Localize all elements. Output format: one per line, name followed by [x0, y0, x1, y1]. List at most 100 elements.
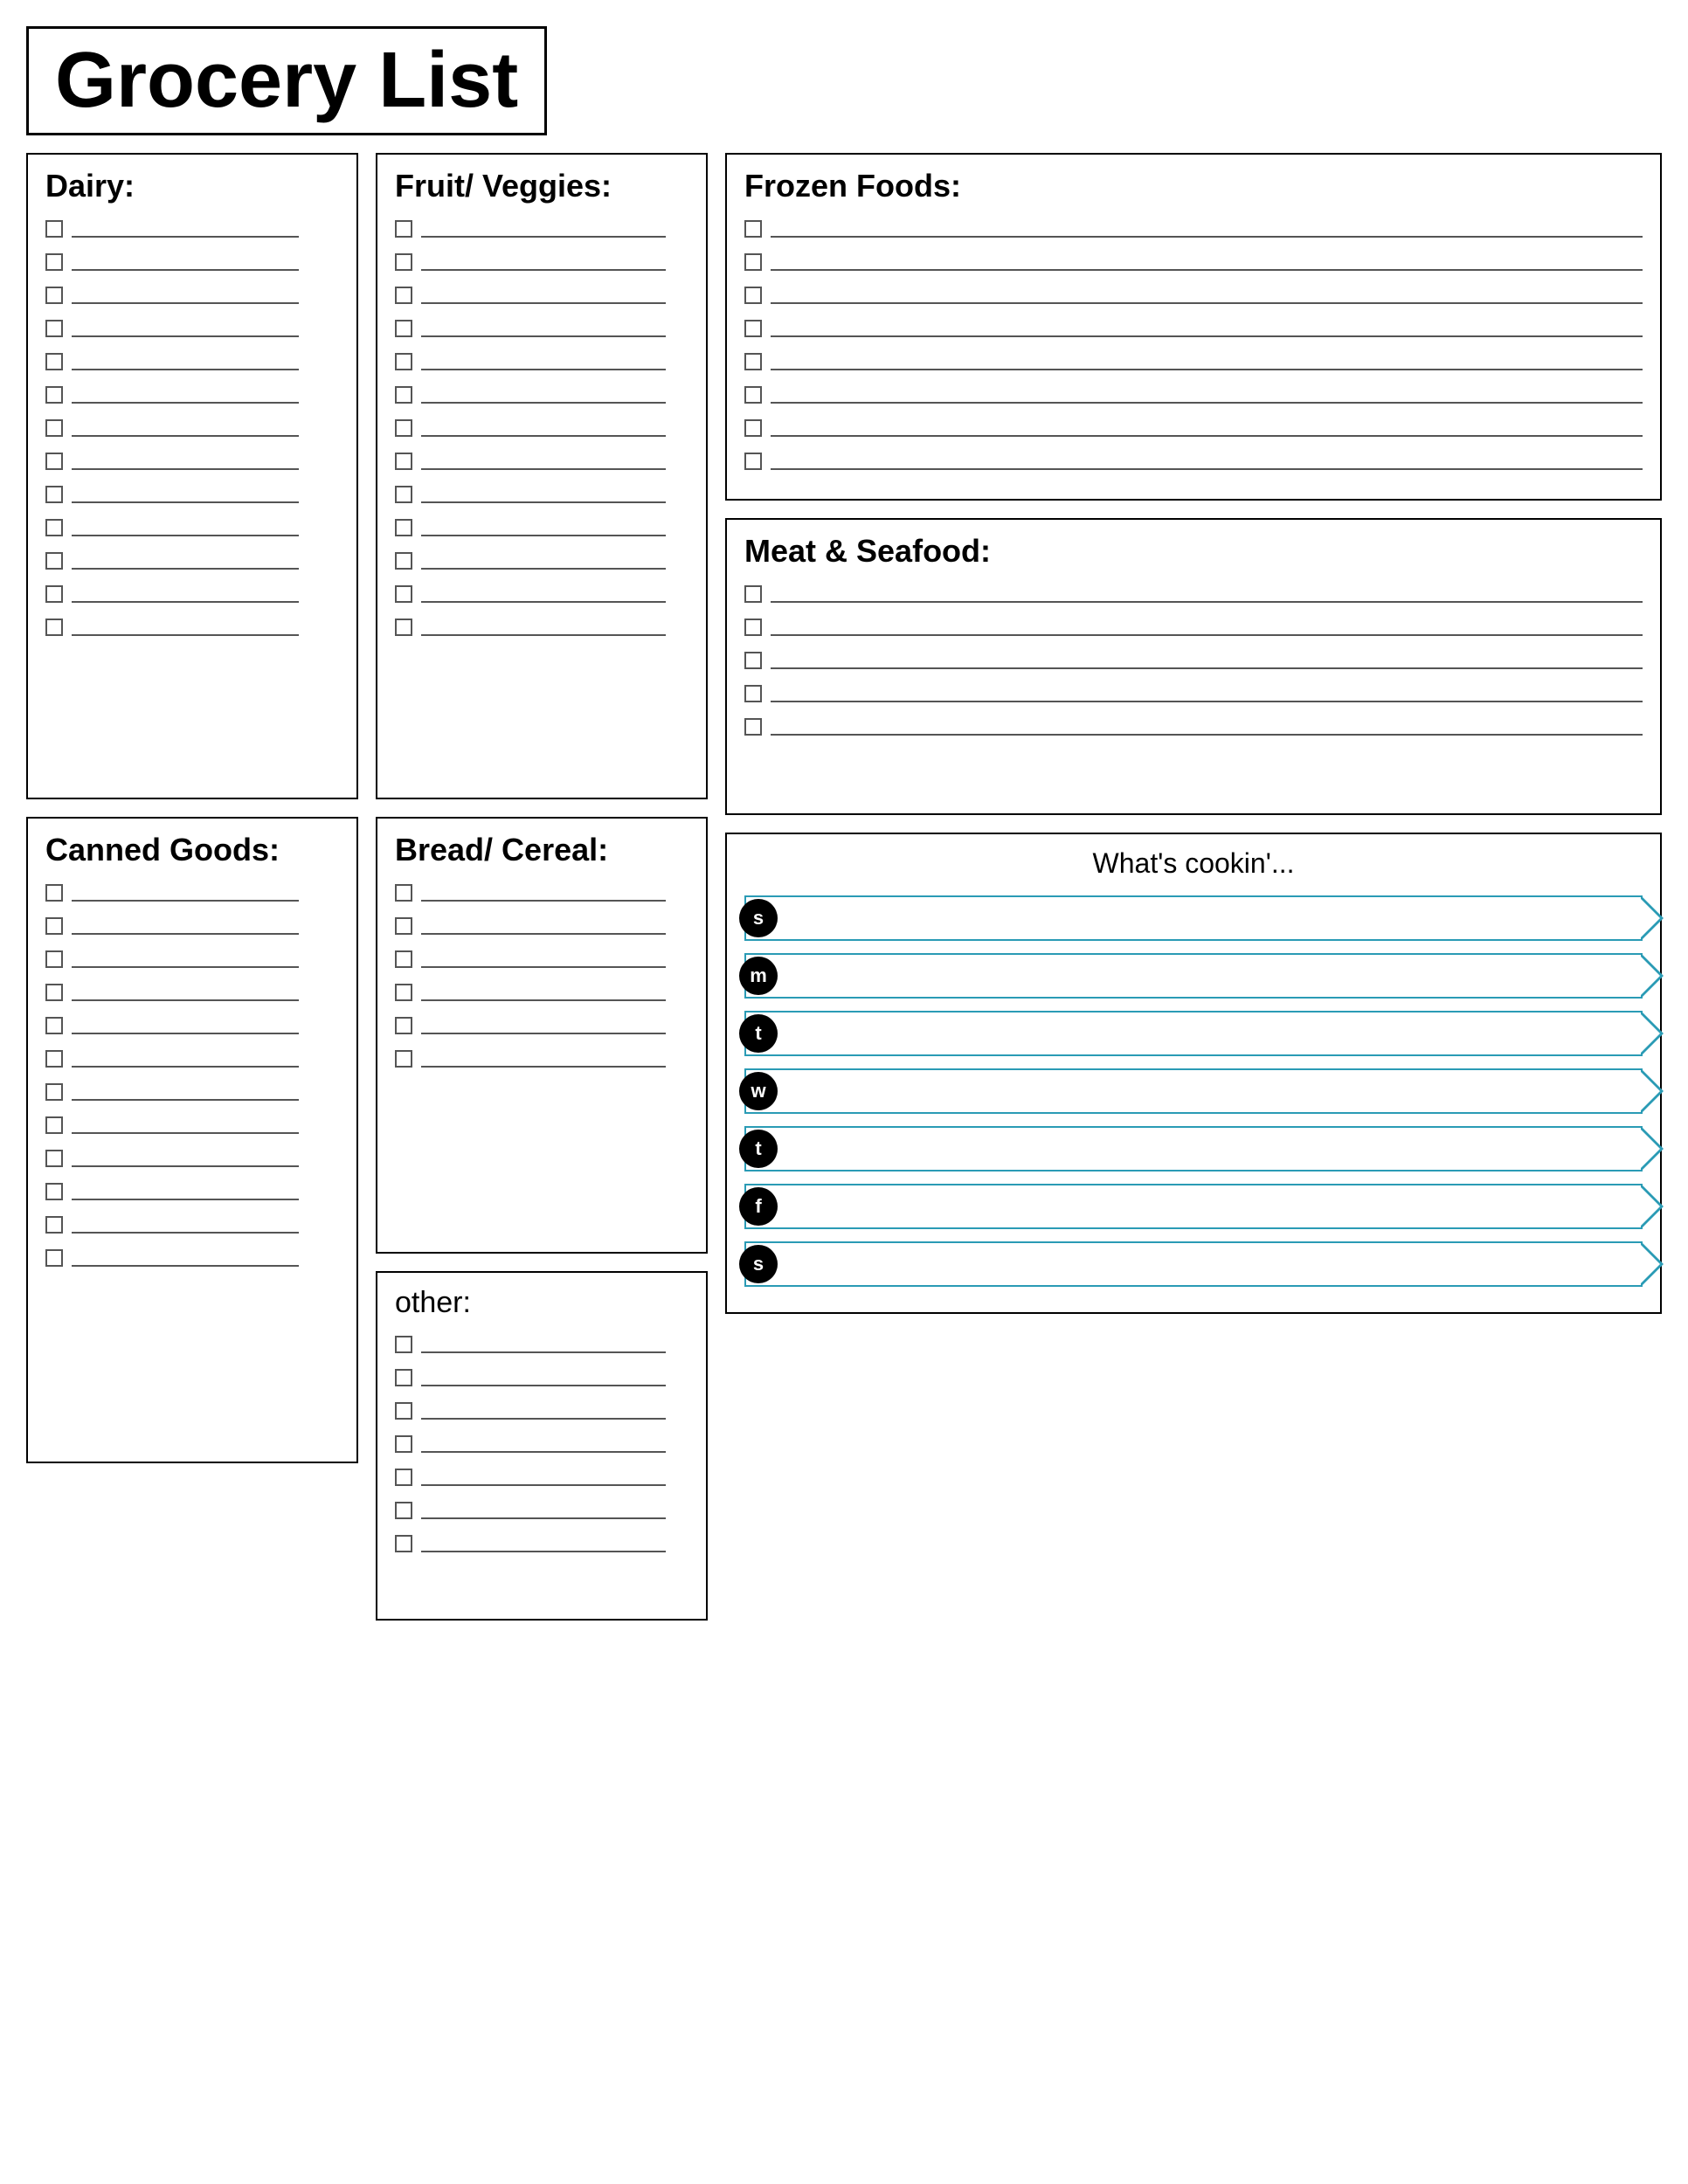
checkbox[interactable] [395, 984, 412, 1001]
checkbox[interactable] [744, 718, 762, 736]
checkbox[interactable] [395, 950, 412, 968]
monday-circle: m [739, 957, 778, 995]
list-item [395, 1502, 688, 1519]
list-item [395, 984, 688, 1001]
checkbox[interactable] [45, 950, 63, 968]
list-item [395, 552, 688, 570]
checkbox[interactable] [395, 552, 412, 570]
checkbox[interactable] [395, 585, 412, 603]
check-line [771, 619, 1643, 636]
checkbox[interactable] [395, 519, 412, 536]
checkbox[interactable] [395, 1435, 412, 1453]
check-line [421, 220, 666, 238]
checkbox[interactable] [744, 287, 762, 304]
day-thursday: t [744, 1126, 1643, 1171]
checkbox[interactable] [395, 619, 412, 636]
checkbox[interactable] [395, 884, 412, 902]
checkbox[interactable] [744, 419, 762, 437]
checkbox[interactable] [45, 1150, 63, 1167]
checkbox[interactable] [45, 519, 63, 536]
checkbox[interactable] [45, 320, 63, 337]
checkbox[interactable] [395, 287, 412, 304]
checkbox[interactable] [395, 1469, 412, 1486]
checkbox[interactable] [45, 1050, 63, 1068]
check-line [421, 984, 666, 1001]
checkbox[interactable] [395, 1017, 412, 1034]
checkbox[interactable] [45, 619, 63, 636]
checkbox[interactable] [395, 419, 412, 437]
checkbox[interactable] [395, 1502, 412, 1519]
list-item [744, 419, 1643, 437]
list-item [45, 984, 339, 1001]
checkbox[interactable] [45, 287, 63, 304]
check-line [72, 1150, 299, 1167]
list-item [395, 320, 688, 337]
checkbox[interactable] [744, 685, 762, 702]
checkbox[interactable] [45, 1249, 63, 1267]
friday-circle: f [739, 1187, 778, 1226]
list-item [45, 1083, 339, 1101]
check-line [421, 884, 666, 902]
checkbox[interactable] [395, 1402, 412, 1420]
checkbox[interactable] [45, 552, 63, 570]
fruit-title: Fruit/ Veggies: [395, 168, 688, 204]
saturday-letter: s [753, 1253, 764, 1275]
checkbox[interactable] [45, 386, 63, 404]
checkbox[interactable] [45, 1183, 63, 1200]
friday-letter: f [755, 1195, 761, 1218]
check-line [771, 353, 1643, 370]
list-item [45, 287, 339, 304]
checkbox[interactable] [395, 253, 412, 271]
checkbox[interactable] [395, 386, 412, 404]
list-item [395, 1050, 688, 1068]
day-tuesday: t [744, 1011, 1643, 1056]
checkbox[interactable] [395, 1050, 412, 1068]
checkbox[interactable] [45, 253, 63, 271]
check-line [421, 320, 666, 337]
checkbox[interactable] [45, 917, 63, 935]
checkbox[interactable] [744, 453, 762, 470]
checkbox[interactable] [45, 585, 63, 603]
checkbox[interactable] [45, 353, 63, 370]
checkbox[interactable] [45, 1017, 63, 1034]
checkbox[interactable] [45, 486, 63, 503]
checkbox[interactable] [45, 984, 63, 1001]
checkbox[interactable] [45, 220, 63, 238]
checkbox[interactable] [744, 353, 762, 370]
checkbox[interactable] [395, 320, 412, 337]
check-line [421, 253, 666, 271]
check-line [421, 353, 666, 370]
check-line [72, 386, 299, 404]
check-line [72, 984, 299, 1001]
checkbox[interactable] [45, 419, 63, 437]
checkbox[interactable] [395, 453, 412, 470]
checkbox[interactable] [45, 1116, 63, 1134]
checkbox[interactable] [45, 1216, 63, 1234]
list-item [395, 419, 688, 437]
checkbox[interactable] [45, 453, 63, 470]
checkbox[interactable] [744, 652, 762, 669]
checkbox[interactable] [45, 884, 63, 902]
left-column: Dairy: Canned Goods: [26, 153, 358, 1463]
checkbox[interactable] [395, 917, 412, 935]
checkbox[interactable] [744, 220, 762, 238]
checkbox[interactable] [395, 220, 412, 238]
list-item [395, 220, 688, 238]
checkbox[interactable] [744, 619, 762, 636]
checkbox[interactable] [744, 386, 762, 404]
list-item [45, 1150, 339, 1167]
checkbox[interactable] [45, 1083, 63, 1101]
checkbox[interactable] [744, 320, 762, 337]
checkbox[interactable] [395, 1369, 412, 1386]
check-line [72, 917, 299, 935]
checkbox[interactable] [744, 253, 762, 271]
checkbox[interactable] [395, 1535, 412, 1552]
check-line [72, 1216, 299, 1234]
wednesday-arrow-body: w [744, 1068, 1643, 1114]
checkbox[interactable] [395, 1336, 412, 1353]
checkbox[interactable] [395, 353, 412, 370]
list-item [395, 619, 688, 636]
cookin-section: What's cookin'... s m [725, 833, 1662, 1314]
checkbox[interactable] [744, 585, 762, 603]
checkbox[interactable] [395, 486, 412, 503]
